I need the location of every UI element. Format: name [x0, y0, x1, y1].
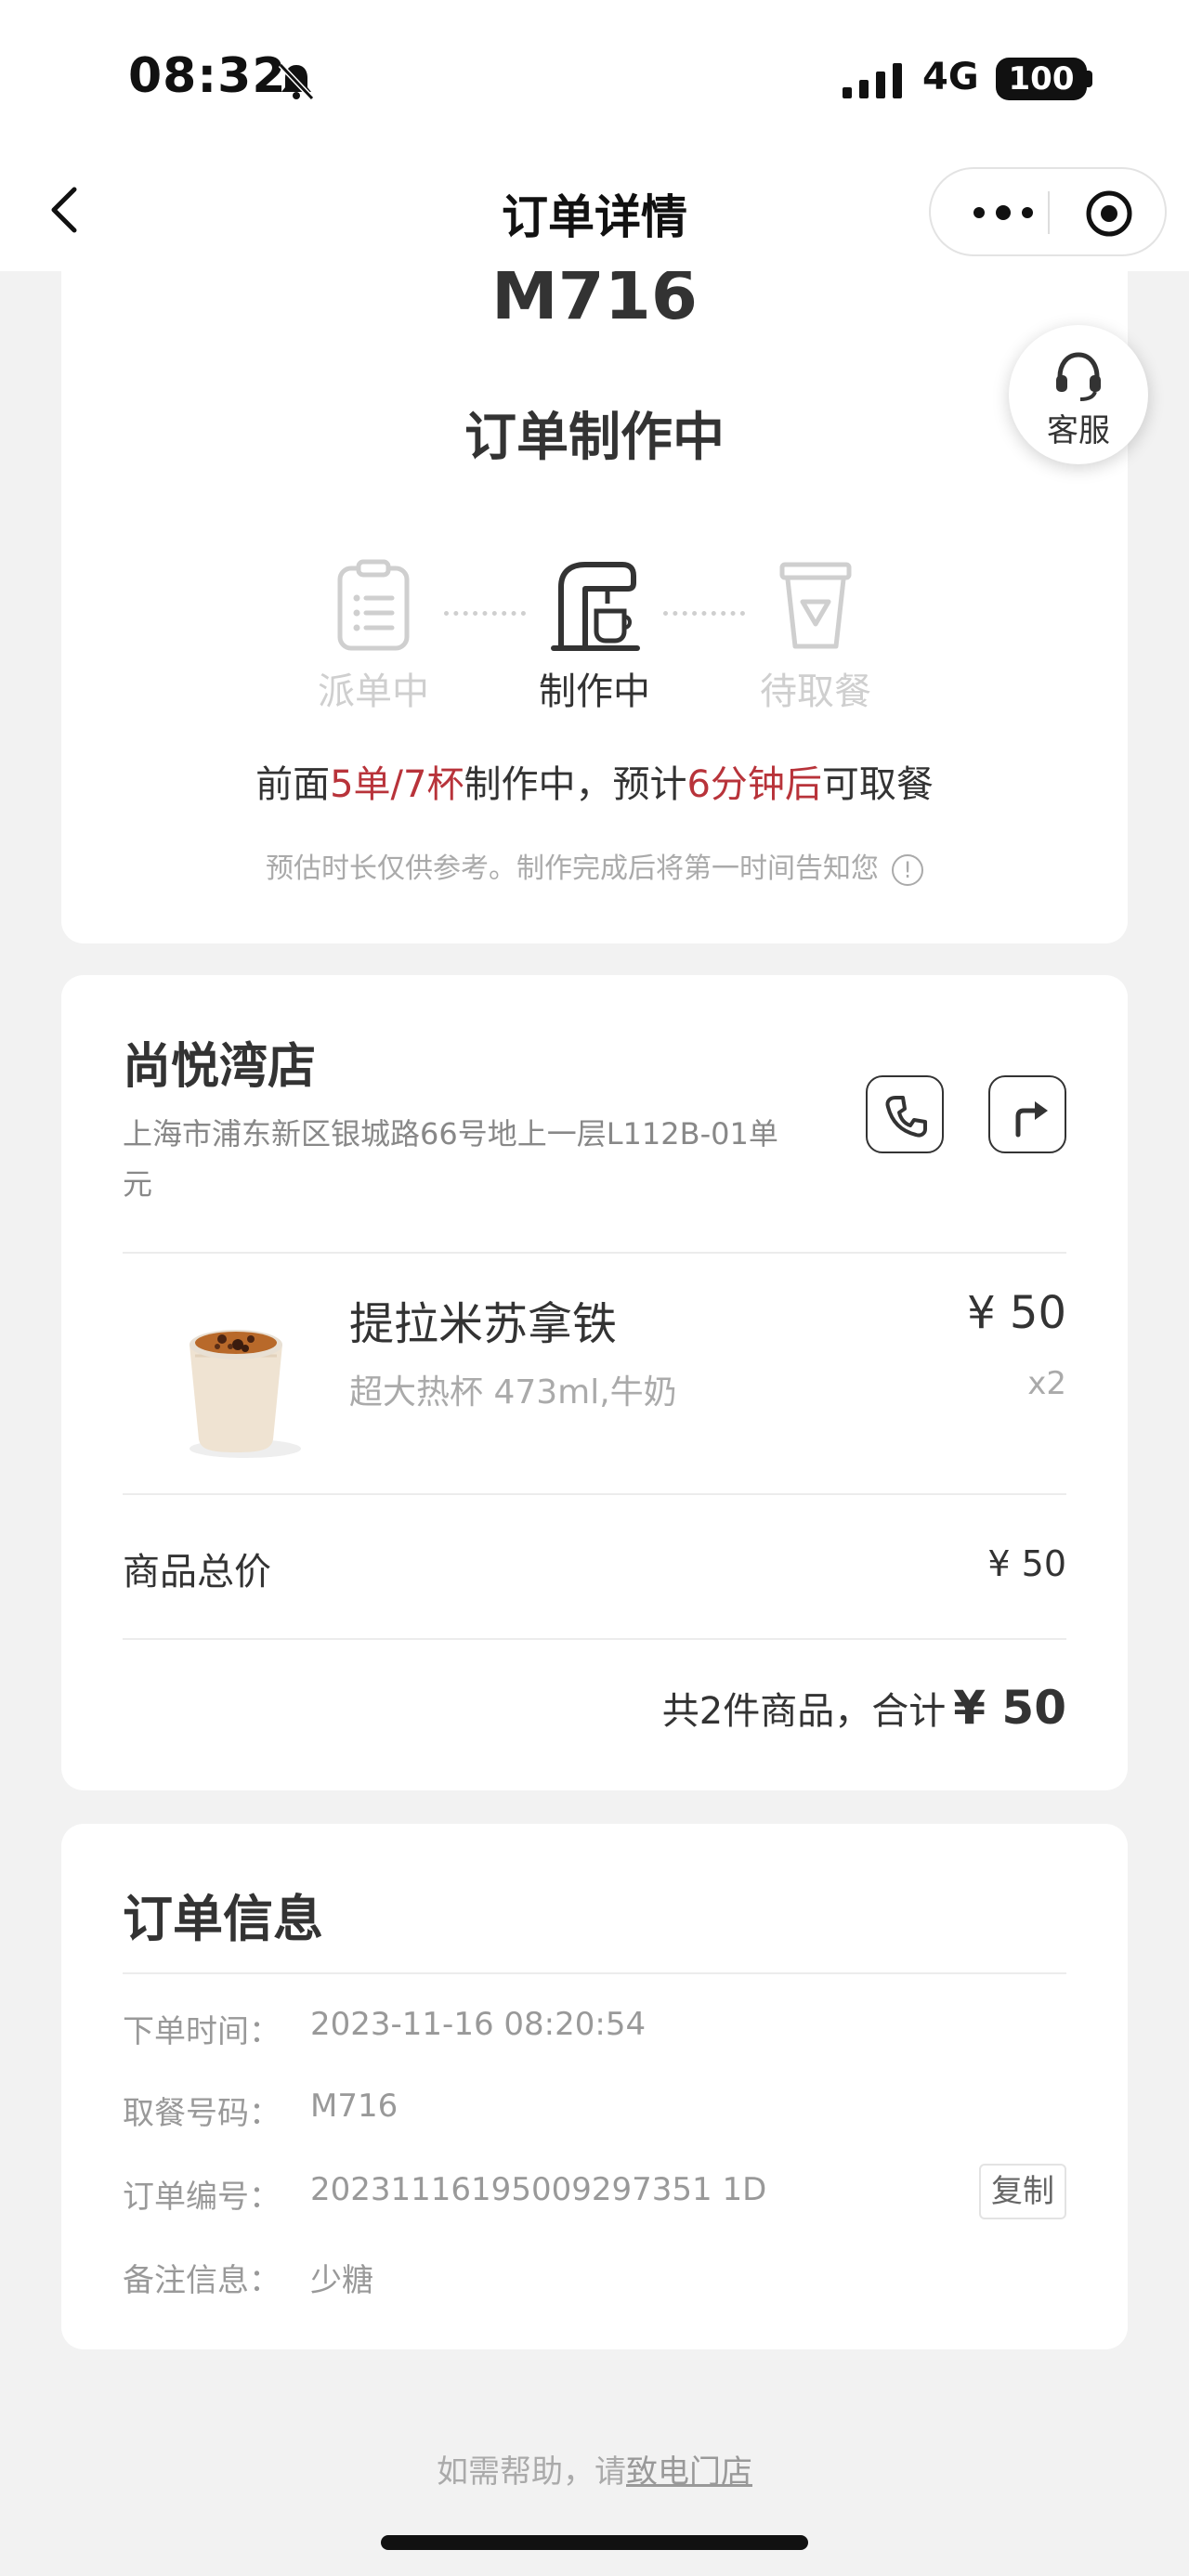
step-making-label: 制作中	[539, 670, 650, 713]
step-dispatch: 派单中	[290, 559, 457, 715]
step-dispatch-label: 派单中	[318, 670, 429, 713]
status-time: 08:32	[128, 48, 287, 104]
battery-icon: 100	[996, 58, 1087, 100]
product-price: ¥ 50	[967, 1287, 1066, 1339]
step-pickup-label: 待取餐	[760, 670, 871, 713]
product-quantity: x2	[1027, 1365, 1066, 1402]
network-type: 4G	[922, 56, 979, 98]
queue-eta: 6分钟后	[686, 763, 822, 806]
info-key: 下单时间：	[123, 2013, 281, 2050]
queue-estimate: 前面5单/7杯制作中，预计6分钟后可取餐	[61, 754, 1128, 808]
divider	[123, 1252, 1066, 1254]
order-total: 共2件商品，合计 ¥ 50	[662, 1681, 1066, 1735]
order-info-card: 订单信息 下单时间： 2023-11-16 08:20:54 取餐号码： M71…	[61, 1824, 1128, 2349]
subtotal-value: ¥ 50	[987, 1543, 1066, 1584]
navigate-store-button[interactable]	[988, 1075, 1066, 1153]
call-store-link[interactable]: 致电门店	[626, 2453, 752, 2491]
info-value: 20231116195009297351 1D	[310, 2171, 767, 2208]
directions-icon	[1015, 1101, 1048, 1138]
queue-middle: 制作中，预计	[464, 763, 687, 806]
miniapp-capsule	[929, 167, 1167, 256]
store-address-line2: 元	[123, 1166, 153, 1202]
bell-muted-icon	[278, 62, 315, 101]
product-spec: 超大热杯 473ml,牛奶	[349, 1373, 677, 1412]
subtotal-label: 商品总价	[123, 1551, 271, 1594]
info-value: 少糖	[310, 2262, 373, 2299]
battery-tip	[1087, 71, 1092, 87]
info-row-remarks: 备注信息： 少糖	[123, 2247, 1066, 2303]
copy-order-number-button[interactable]: 复制	[979, 2164, 1066, 2219]
store-card: 尚悦湾店 上海市浦东新区银城路66号地上一层L112B-01单元 提拉米苏拿铁 …	[61, 975, 1128, 1790]
product-image	[189, 1330, 301, 1458]
dispatch-list-icon	[337, 559, 410, 651]
info-value: 2023-11-16 08:20:54	[310, 2006, 647, 2043]
total-amount: ¥ 50	[953, 1681, 1066, 1735]
info-icon[interactable]: !	[892, 853, 923, 886]
capsule-divider	[1048, 191, 1050, 234]
more-icon[interactable]	[966, 197, 1040, 228]
divider	[123, 1493, 1066, 1495]
info-row-order-number: 订单编号： 20231116195009297351 1D 复制	[123, 2164, 1066, 2219]
info-key: 订单编号：	[123, 2179, 281, 2216]
info-key: 备注信息：	[123, 2262, 281, 2299]
order-status-card: M716 订单制作中 派单中 制作中 待取餐 前面5单/7杯制作中，预计6分钟后…	[61, 214, 1128, 943]
store-name: 尚悦湾店	[123, 1039, 317, 1095]
divider	[123, 1972, 1066, 1974]
step-making: 制作中	[511, 559, 678, 715]
step-pickup: 待取餐	[732, 559, 899, 715]
divider	[123, 1638, 1066, 1640]
phone-icon	[885, 1096, 927, 1138]
signal-icon	[843, 63, 902, 98]
store-address: 上海市浦东新区银城路66号地上一层L112B-01单元	[123, 1109, 866, 1209]
info-value: M716	[310, 2088, 399, 2125]
help-footer: 如需帮助，请致电门店	[0, 2446, 1189, 2491]
queue-count: 5单/7杯	[330, 763, 464, 806]
close-miniapp-icon[interactable]	[1083, 188, 1135, 240]
info-key: 取餐号码：	[123, 2095, 281, 2132]
help-prefix: 如需帮助，请	[437, 2453, 626, 2491]
coffee-machine-icon	[551, 562, 640, 651]
call-store-button[interactable]	[866, 1075, 944, 1153]
status-bar: 08:32 4G 100	[0, 0, 1189, 158]
customer-service-button[interactable]: 客服	[1009, 325, 1148, 464]
cup-icon	[779, 562, 852, 649]
queue-prefix: 前面	[255, 763, 331, 806]
customer-service-label: 客服	[1047, 412, 1110, 449]
total-prefix: 共2件商品，合计	[661, 1690, 947, 1733]
order-info-title: 订单信息	[123, 1890, 323, 1948]
estimate-hint: 预估时长仅供参考。制作完成后将第一时间告知您!	[61, 845, 1128, 886]
product-name: 提拉米苏拿铁	[349, 1298, 618, 1350]
headset-icon	[1056, 352, 1101, 401]
queue-suffix: 可取餐	[821, 763, 934, 806]
estimate-hint-text: 预估时长仅供参考。制作完成后将第一时间告知您	[266, 852, 879, 885]
info-row-pickup-code: 取餐号码： M716	[123, 2080, 1066, 2136]
home-indicator	[381, 2535, 808, 2550]
info-row-order-time: 下单时间： 2023-11-16 08:20:54	[123, 1998, 1066, 2054]
order-status-title: 订单制作中	[464, 408, 725, 468]
nav-bar: 订单详情	[0, 158, 1189, 271]
store-address-line1: 上海市浦东新区银城路66号地上一层L112B-01单	[123, 1116, 778, 1151]
